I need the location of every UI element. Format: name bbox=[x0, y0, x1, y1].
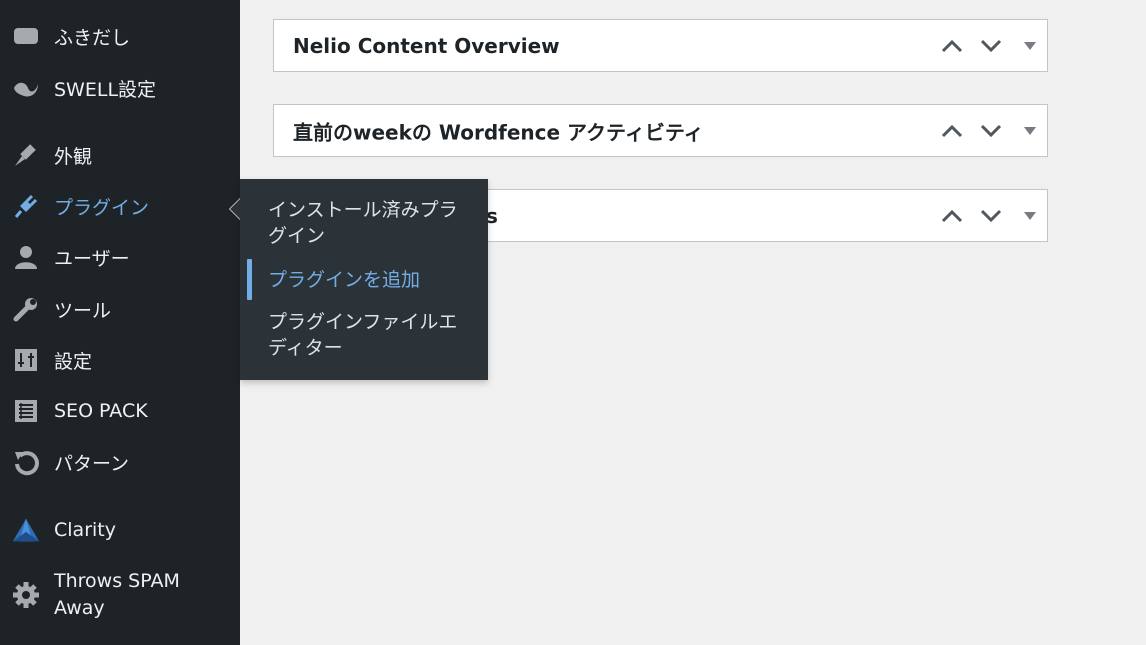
sidebar-item-label: SEO PACK bbox=[54, 400, 148, 422]
toggle-arrow-icon[interactable] bbox=[1018, 202, 1042, 230]
chevron-down-icon[interactable] bbox=[977, 202, 1005, 230]
undo-icon bbox=[12, 448, 40, 476]
chevron-down-icon[interactable] bbox=[977, 117, 1005, 145]
toggle-arrow-icon[interactable] bbox=[1018, 117, 1042, 145]
chevron-up-icon[interactable] bbox=[938, 117, 966, 145]
admin-sidebar: ふきだし SWELL設定 外観 プラグイン ユーザー ツール 設定 SEO PA… bbox=[0, 0, 240, 645]
user-icon bbox=[12, 243, 40, 271]
chevron-up-icon[interactable] bbox=[938, 202, 966, 230]
sidebar-item-label: プラグイン bbox=[54, 196, 150, 219]
gear-icon bbox=[12, 581, 40, 609]
sidebar-item-label: 外観 bbox=[54, 145, 93, 168]
sidebar-item-patterns[interactable]: パターン bbox=[0, 440, 240, 484]
sidebar-item-seo-pack[interactable]: SEO PACK bbox=[0, 389, 240, 433]
sidebar-item-users[interactable]: ユーザー bbox=[0, 235, 240, 279]
sidebar-item-throws-spam[interactable]: Throws SPAM Away bbox=[0, 566, 240, 626]
flyout-pointer-inner bbox=[230, 199, 240, 219]
sidebar-item-label: 設定 bbox=[54, 350, 93, 373]
chevron-down-icon[interactable] bbox=[977, 32, 1005, 60]
sidebar-item-plugins[interactable]: プラグイン bbox=[0, 184, 240, 228]
sidebar-item-fukidashi[interactable]: ふきだし bbox=[0, 14, 240, 58]
submenu-item-plugin-file-editor[interactable]: プラグインファイルエディター bbox=[268, 309, 473, 361]
submenu-item-installed-plugins[interactable]: インストール済みプラグイン bbox=[268, 197, 473, 249]
sidebar-item-label: ユーザー bbox=[54, 247, 130, 270]
sidebar-item-swell[interactable]: SWELL設定 bbox=[0, 66, 240, 110]
list-icon bbox=[12, 397, 40, 425]
current-item-indicator bbox=[247, 259, 252, 300]
submenu-item-add-plugin[interactable]: プラグインを追加 bbox=[268, 267, 473, 293]
postbox-nelio-content: Nelio Content Overview bbox=[273, 19, 1048, 72]
postbox-title: 直前のweekの Wordfence アクティビティ bbox=[293, 120, 704, 144]
plugins-submenu: インストール済みプラグイン プラグインを追加 プラグインファイルエディター bbox=[240, 179, 488, 380]
plugin-icon bbox=[12, 192, 40, 220]
sidebar-item-label: SWELL設定 bbox=[54, 78, 157, 101]
speech-bubble-icon bbox=[12, 22, 40, 50]
sidebar-item-settings[interactable]: 設定 bbox=[0, 338, 240, 382]
sidebar-item-label: Throws SPAM Away bbox=[54, 570, 180, 619]
clarity-icon bbox=[12, 516, 40, 544]
sidebar-item-label: ふきだし bbox=[54, 26, 131, 49]
sidebar-item-label: パターン bbox=[54, 452, 130, 475]
postbox-wordfence-activity: 直前のweekの Wordfence アクティビティ bbox=[273, 104, 1048, 157]
sidebar-item-label: Clarity bbox=[54, 519, 116, 541]
sidebar-item-label: ツール bbox=[54, 299, 112, 322]
sliders-icon bbox=[12, 346, 40, 374]
wrench-icon bbox=[12, 295, 40, 323]
chevron-up-icon[interactable] bbox=[938, 32, 966, 60]
sidebar-item-clarity[interactable]: Clarity bbox=[0, 508, 240, 552]
paint-brush-icon bbox=[12, 141, 40, 169]
sidebar-item-appearance[interactable]: 外観 bbox=[0, 133, 240, 177]
postbox-title: Nelio Content Overview bbox=[293, 33, 560, 58]
swell-icon bbox=[12, 74, 40, 102]
toggle-arrow-icon[interactable] bbox=[1018, 32, 1042, 60]
sidebar-item-tools[interactable]: ツール bbox=[0, 287, 240, 331]
